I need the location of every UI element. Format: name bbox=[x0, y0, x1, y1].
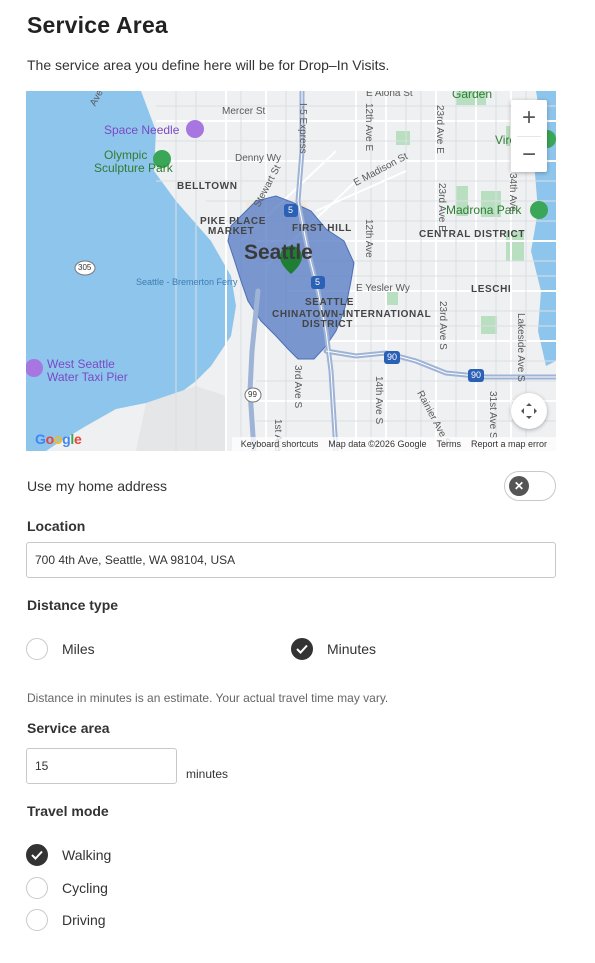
map-label-seattle: Seattle bbox=[244, 241, 313, 264]
keyboard-shortcuts-link[interactable]: Keyboard shortcuts bbox=[241, 439, 319, 449]
radio-label: Cycling bbox=[62, 880, 108, 896]
radio-label: Walking bbox=[62, 847, 112, 863]
map-footer: Keyboard shortcuts Map data ©2026 Google… bbox=[231, 437, 556, 451]
map-label-31st-ave-s: 31st Ave S bbox=[487, 391, 498, 439]
radio-label: Miles bbox=[62, 641, 95, 657]
page-subtitle: The service area you define here will be… bbox=[27, 57, 390, 73]
radio-circle bbox=[26, 909, 48, 931]
map-label-chinatown-3: DISTRICT bbox=[302, 319, 353, 330]
radio-label: Driving bbox=[62, 912, 106, 928]
radio-miles[interactable]: Miles bbox=[26, 638, 95, 660]
map-label-route-90b: 90 bbox=[471, 370, 482, 380]
map-label-e-alona-st: E Alona St bbox=[366, 91, 413, 99]
google-logo: Google bbox=[35, 431, 82, 447]
radio-circle bbox=[26, 877, 48, 899]
map-label-pike-place-2: MARKET bbox=[208, 226, 255, 237]
map-label-west-seattle-1: West Seattle bbox=[47, 357, 115, 371]
map-label-14th-ave-s: 14th Ave S bbox=[373, 376, 384, 425]
map-label-first-hill: FIRST HILL bbox=[292, 223, 352, 234]
check-icon bbox=[296, 644, 308, 654]
map-camera-control-button[interactable] bbox=[511, 393, 547, 429]
zoom-out-button[interactable]: − bbox=[511, 137, 547, 173]
map-data-attribution: Map data ©2026 Google bbox=[328, 439, 427, 449]
move-arrows-icon bbox=[521, 403, 537, 419]
map-label-west-seattle-2: Water Taxi Pier bbox=[47, 370, 128, 384]
map-label-i5-express: I-5 Express bbox=[297, 103, 308, 154]
service-area-input[interactable] bbox=[26, 748, 177, 784]
zoom-control: + − bbox=[511, 100, 547, 172]
google-logo-letter: o bbox=[53, 431, 63, 447]
service-area-label: Service area bbox=[27, 720, 110, 736]
service-area-unit: minutes bbox=[186, 767, 229, 781]
terms-link[interactable]: Terms bbox=[436, 439, 461, 449]
map-label-3rd-ave-s: 3rd Ave S bbox=[292, 365, 303, 409]
page-title: Service Area bbox=[27, 12, 168, 38]
map-label-mercer-st: Mercer St bbox=[222, 106, 266, 117]
zoom-in-button[interactable]: + bbox=[511, 100, 547, 136]
map-label-12th-ave: 12th Ave bbox=[363, 219, 374, 258]
map-label-route-5b: 5 bbox=[315, 277, 321, 287]
map-label-denny-way: Denny Wy bbox=[235, 153, 282, 164]
map-label-23rd-ave-s: 23rd Ave S bbox=[437, 301, 448, 350]
map-label-ferry: Seattle - Bremerton Ferry bbox=[136, 277, 238, 287]
map-label-route-305: 305 bbox=[78, 263, 92, 272]
google-logo-letter: o bbox=[45, 431, 55, 447]
google-logo-letter: e bbox=[73, 431, 82, 447]
map-label-route-90a: 90 bbox=[387, 352, 398, 362]
radio-minutes[interactable]: Minutes bbox=[291, 638, 376, 660]
map-label-olympic-2: Sculpture Park bbox=[94, 161, 173, 175]
radio-cycling[interactable]: Cycling bbox=[26, 877, 108, 899]
map-label-34th-ave: 34th Ave bbox=[507, 173, 518, 212]
map-label-23rd-ave-e: 23rd Ave E bbox=[434, 105, 445, 154]
radio-circle bbox=[26, 638, 48, 660]
home-address-toggle[interactable]: ✕ bbox=[504, 471, 556, 501]
radio-label: Minutes bbox=[327, 641, 377, 657]
location-label: Location bbox=[27, 518, 86, 534]
google-logo-letter: G bbox=[35, 431, 46, 447]
map-label-space-needle: Space Needle bbox=[104, 123, 180, 137]
radio-walking[interactable]: Walking bbox=[26, 844, 111, 866]
map-label-garden: Garden bbox=[452, 91, 493, 101]
service-area-map[interactable]: Seattle Space Needle Olympic Sculpture P… bbox=[26, 91, 556, 451]
radio-driving[interactable]: Driving bbox=[26, 909, 106, 931]
map-label-route-5a: 5 bbox=[288, 205, 294, 215]
radio-circle bbox=[26, 844, 48, 866]
home-address-row: Use my home address ✕ bbox=[27, 471, 556, 501]
map-label-central-district: CENTRAL DISTRICT bbox=[419, 229, 526, 240]
distance-hint: Distance in minutes is an estimate. Your… bbox=[27, 691, 389, 705]
map-label-lakeside-ave: Lakeside Ave S bbox=[515, 313, 526, 382]
close-icon: ✕ bbox=[509, 476, 529, 496]
radio-circle bbox=[291, 638, 313, 660]
check-icon bbox=[31, 850, 43, 860]
map-label-12th-ave-e: 12th Ave E bbox=[363, 103, 374, 152]
location-input[interactable] bbox=[26, 542, 556, 578]
map-label-route-99: 99 bbox=[248, 390, 257, 399]
distance-type-label: Distance type bbox=[27, 597, 119, 613]
home-address-label: Use my home address bbox=[27, 478, 168, 494]
map-base-layer bbox=[26, 91, 556, 451]
map-label-chinatown-1: SEATTLE bbox=[305, 297, 355, 308]
travel-mode-label: Travel mode bbox=[27, 803, 109, 819]
map-label-e-yesler-way: E Yesler Wy bbox=[356, 283, 410, 294]
map-label-leschi: LESCHI bbox=[471, 284, 512, 295]
map-label-olympic-1: Olympic bbox=[104, 148, 148, 162]
report-map-error-link[interactable]: Report a map error bbox=[471, 439, 547, 449]
map-label-belltown: BELLTOWN bbox=[177, 181, 238, 192]
map-label-23rd-ave-e-2: 23rd Ave E bbox=[436, 183, 447, 232]
